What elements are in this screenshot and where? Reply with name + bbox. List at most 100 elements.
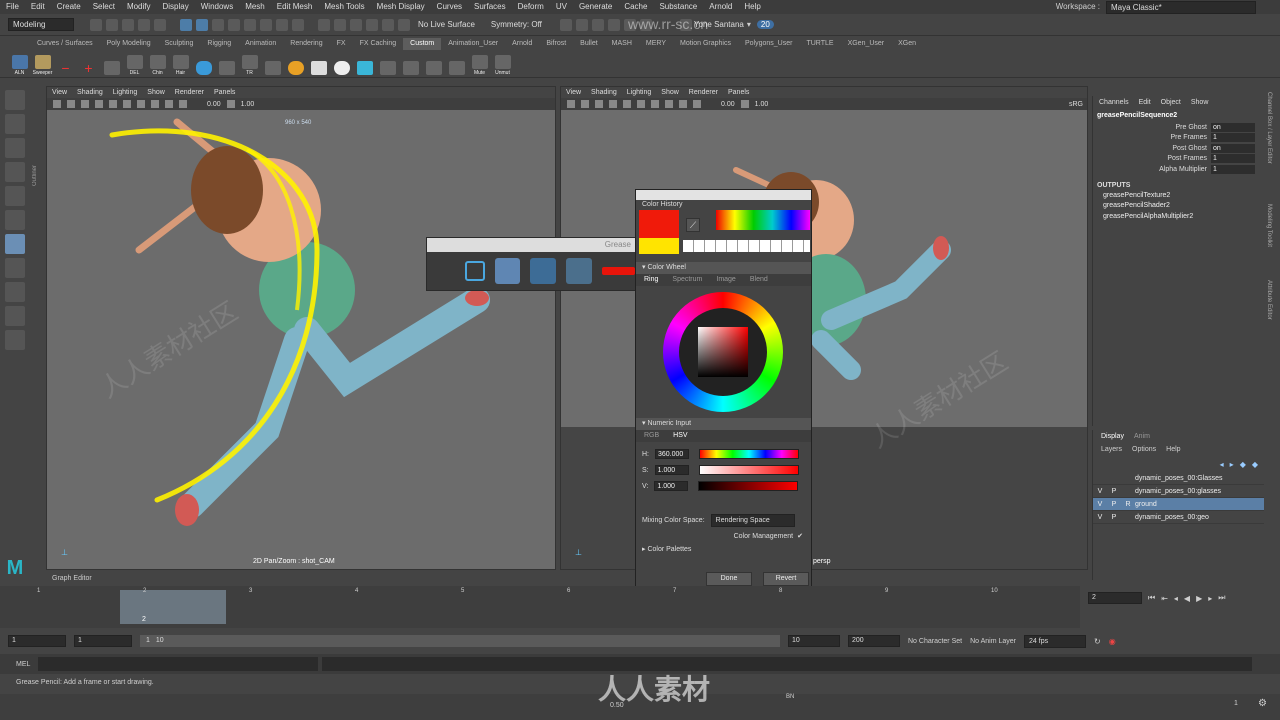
gamma-icon[interactable] [740,100,749,108]
smooth-shade-icon[interactable] [609,100,617,108]
tab-hsv[interactable]: HSV [673,430,687,442]
menu-create[interactable]: Create [51,0,87,14]
wireframe-icon[interactable] [81,100,89,108]
eraser-icon[interactable] [565,258,592,284]
menu-deform[interactable]: Deform [512,0,550,14]
step-back-key-icon[interactable]: ⇤ [1161,594,1168,603]
numeric-input-section[interactable]: ▾ Numeric Input [636,418,811,430]
menu-mesh[interactable]: Mesh [239,0,271,14]
value-slider[interactable] [698,481,799,491]
lasso-tool-icon[interactable] [5,114,25,134]
viewport-canvas[interactable]: 960 x 540 2D Pan/Zoom : shot_CAM ⊥ [47,110,555,569]
scale-tool-icon[interactable] [5,210,25,230]
vp-menu-view[interactable]: View [47,89,72,96]
outliner-tab[interactable]: Outliner [32,86,44,186]
select-edge-icon[interactable] [244,18,256,31]
plus-icon[interactable]: + [78,52,99,76]
shelf-tab-fx[interactable]: FX [330,38,353,50]
two-layout-icon[interactable] [5,306,25,326]
rotate-tool-icon[interactable] [5,186,25,206]
shadow-icon[interactable] [651,100,659,108]
move-layer-down-icon[interactable]: ▸ [1230,460,1234,469]
t-pose-icon[interactable] [308,52,329,76]
menu-cache[interactable]: Cache [618,0,653,14]
new-layer-icon[interactable]: ◆ [1240,460,1246,469]
menu-substance[interactable]: Substance [653,0,703,14]
hue-slider[interactable] [699,449,799,459]
select-uv-icon[interactable] [276,18,288,31]
hue-field[interactable]: 360.000 [655,449,689,459]
swatch-grid[interactable] [716,210,810,230]
symmetry-label[interactable]: Symmetry: Off [491,20,542,29]
cb-menu-channels[interactable]: Channels [1099,96,1129,110]
revert-button[interactable]: Revert [763,572,809,586]
vp-menu-renderer[interactable]: Renderer [684,89,723,96]
menu-edit[interactable]: Edit [25,0,51,14]
menu-select[interactable]: Select [87,0,121,14]
vp-menu-panels[interactable]: Panels [723,89,754,96]
shelf-tab-rendering[interactable]: Rendering [283,38,329,50]
shelf-tab-bullet[interactable]: Bullet [573,38,605,50]
shelf-tab-polygons-user[interactable]: Polygons_User [738,38,799,50]
snap-surface-icon[interactable] [382,18,394,31]
current-color-swatch[interactable] [601,267,635,275]
chevron-down-icon[interactable]: ▾ [747,20,751,29]
shelf-tab-rigging[interactable]: Rigging [200,38,238,50]
swatch-row[interactable] [683,240,810,252]
shelf-button-del[interactable]: DEL [124,52,145,76]
menu-mesh-display[interactable]: Mesh Display [371,0,431,14]
shelf-tab-custom[interactable]: Custom [403,38,442,50]
layer-menu-layers[interactable]: Layers [1101,446,1122,453]
select-face-icon[interactable] [260,18,272,31]
tab-image[interactable]: Image [716,274,735,286]
hook-icon[interactable] [262,52,283,76]
exposure-value[interactable]: 0.00 [721,101,735,108]
end-time-field[interactable]: 200 [848,635,900,647]
node-name[interactable]: greasePencilSequence2 [1093,110,1264,122]
paint-select-icon[interactable] [5,138,25,158]
color-wheel-section[interactable]: ▾ Color Wheel [636,262,811,274]
playhead-range[interactable] [120,590,226,624]
wireframe-icon[interactable] [595,100,603,108]
tab-channel-box-layer-editor[interactable]: Channel Box / Layer Editor [1266,92,1272,202]
shelf-tab-arnold[interactable]: Arnold [505,38,539,50]
menu-modify[interactable]: Modify [121,0,157,14]
light-icon[interactable] [123,100,131,108]
open-scene-icon[interactable] [106,18,118,31]
checkbox-icon[interactable]: ✔ [797,532,803,540]
range-end-field[interactable]: 10 [788,635,840,647]
previous-color-preview[interactable] [639,238,679,254]
shelf-tab-xgen-user[interactable]: XGen_User [841,38,892,50]
select-component-icon[interactable] [212,18,224,31]
gear-icon[interactable]: ⚙ [1258,698,1267,709]
vp-menu-shading[interactable]: Shading [586,89,622,96]
vp-menu-show[interactable]: Show [656,89,684,96]
vp-menu-lighting[interactable]: Lighting [622,89,657,96]
bottom-frame[interactable]: 1 [1234,700,1238,707]
go-to-start-icon[interactable]: ⏮ [1148,593,1155,603]
shelf-tab-animation[interactable]: Animation [238,38,283,50]
shelf-tab-turtle[interactable]: TURTLE [799,38,840,50]
tab-spectrum[interactable]: Spectrum [672,274,702,286]
play-forward-icon[interactable]: ▶ [1196,594,1202,603]
mixing-dropdown[interactable]: Rendering Space [710,513,795,527]
exposure-value[interactable]: 0.00 [207,101,221,108]
tab-ring[interactable]: Ring [644,274,658,286]
add-frame-icon[interactable] [465,261,485,281]
step-forward-icon[interactable]: ▸ [1208,594,1212,603]
srgb-label[interactable]: sRG [1069,101,1083,108]
gamma-value[interactable]: 1.00 [241,101,255,108]
value-field[interactable]: 1.000 [654,481,689,491]
grease-pencil-tool-icon[interactable] [5,234,25,254]
shelf-button-m[interactable] [446,52,467,76]
vp-menu-view[interactable]: View [561,89,586,96]
menu-display[interactable]: Display [157,0,195,14]
output-node[interactable]: greasePencilTexture2 [1093,191,1264,202]
go-to-end-icon[interactable]: ⏭ [1218,593,1225,603]
mel-label[interactable]: MEL [0,661,38,668]
layer-row[interactable]: dynamic_poses_00:Glasses [1093,472,1264,485]
output-node[interactable]: greasePencilAlphaMultiplier2 [1093,212,1264,223]
cb-menu-show[interactable]: Show [1191,96,1209,110]
layer-row[interactable]: V P Rground [1093,498,1264,511]
camera-icon[interactable] [53,100,61,108]
